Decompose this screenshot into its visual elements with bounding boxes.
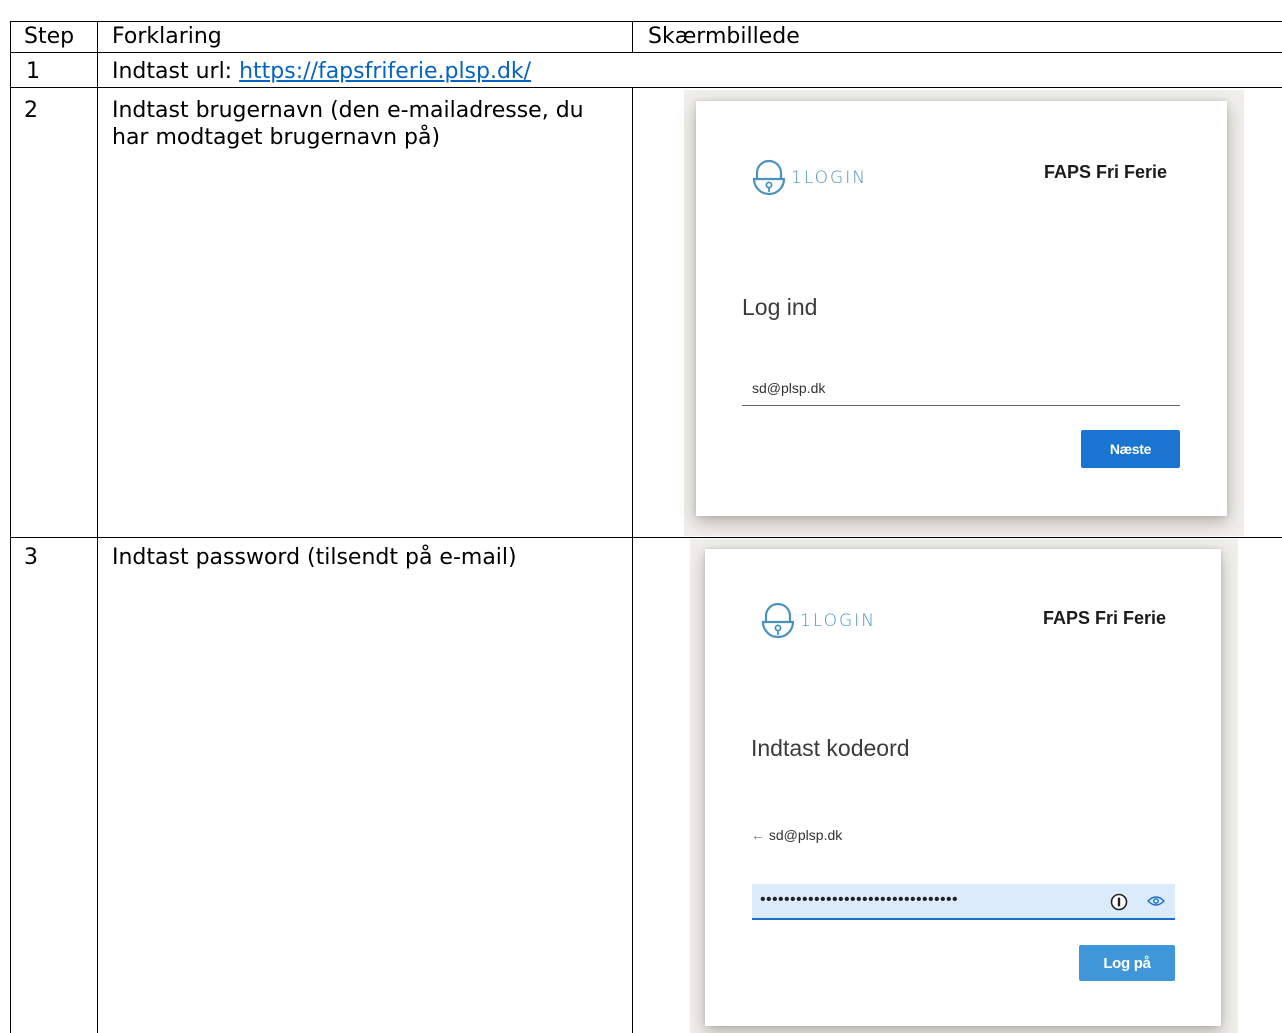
header-explanation: Forklaring (112, 24, 222, 49)
logo-text-2: 1LOGIN (800, 611, 876, 631)
brand-name: FAPS Fri Ferie (1044, 162, 1168, 182)
row2-explanation: Indtast brugernavn (den e-mailadresse, d… (112, 98, 584, 150)
header-step: Step (24, 24, 75, 49)
row1-explanation: Indtast url: https://fapsfriferie.plsp.d… (112, 58, 531, 85)
next-button[interactable]: Næste (1081, 430, 1180, 468)
row1-prefix: Indtast url: (112, 59, 240, 84)
password-title: Indtast kodeord (751, 735, 910, 761)
back-email: sd@plsp.dk (768, 827, 843, 843)
password-manager-icon[interactable] (1110, 893, 1128, 911)
row3-step: 3 (24, 545, 38, 570)
header-screenshot: Skærmbillede (648, 24, 800, 49)
show-password-eye-icon[interactable] (1147, 895, 1165, 907)
username-input[interactable]: sd@plsp.dk (752, 380, 825, 396)
login-button[interactable]: Log på (1079, 945, 1175, 981)
password-mask: ••••••••••••••••••••••••••••••••• (760, 891, 959, 908)
row1-step: 1 (26, 59, 40, 84)
padlock-icon (752, 159, 786, 196)
username-underline (742, 405, 1180, 406)
back-to-email-link[interactable]: ← sd@plsp.dk (751, 827, 842, 843)
row3-explanation: Indtast password (tilsendt på e-mail) (112, 545, 517, 570)
onelogin-logo-2: 1LOGIN (760, 601, 876, 641)
login-title: Log ind (742, 294, 818, 320)
password-input[interactable]: ••••••••••••••••••••••••••••••••• (752, 884, 1175, 920)
table-top-border (10, 21, 1282, 22)
back-arrow-icon: ← (751, 827, 765, 843)
header-bottom-border (10, 52, 1282, 53)
brand-name-2: FAPS Fri Ferie (1043, 608, 1167, 628)
padlock-icon (761, 602, 795, 639)
table-left-border (10, 21, 11, 1033)
onelogin-logo: 1LOGIN (751, 158, 867, 198)
fapsfriferie-link[interactable]: https://fapsfriferie.plsp.dk/ (239, 59, 531, 84)
screenshot-column-border-header (632, 21, 633, 52)
password-card: 1LOGIN FAPS Fri Ferie Indtast kodeord ← … (705, 549, 1221, 1026)
step-column-border (97, 21, 98, 1033)
login-card: 1LOGIN FAPS Fri Ferie Log ind sd@plsp.dk… (696, 101, 1227, 516)
row2-step: 2 (24, 98, 38, 123)
row1-bottom-border (10, 87, 1282, 88)
row2-bottom-border (10, 537, 1282, 538)
screenshot-column-border-body (632, 87, 633, 1033)
logo-text: 1LOGIN (791, 168, 867, 188)
